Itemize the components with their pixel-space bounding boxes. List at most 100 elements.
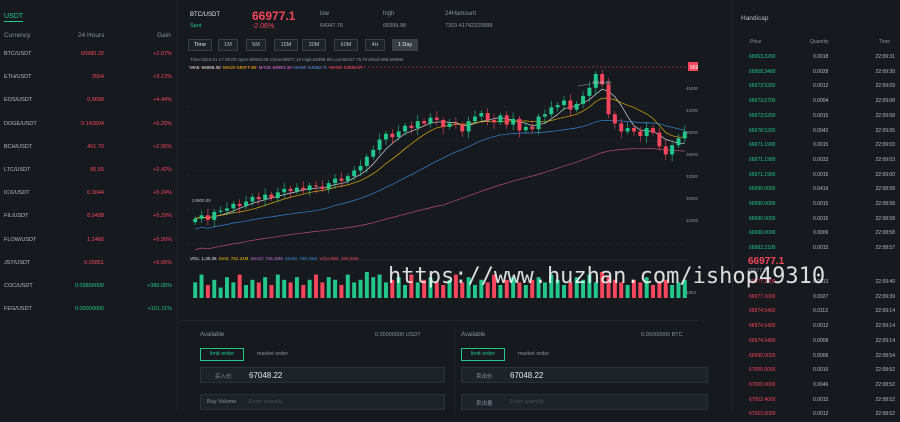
orderbook-row[interactable]: 67000.0000 0.0046 22:08:52 bbox=[733, 378, 900, 393]
timeframe-btn[interactable]: 4H bbox=[365, 39, 385, 51]
orderbook-row[interactable]: 66973.6700 0.0004 22:09:08 bbox=[733, 94, 900, 109]
market-row[interactable]: COC/USDT 0.05800000 +380.05% bbox=[0, 276, 178, 299]
orderbook-row[interactable]: 66990.0000 0.0009 22:08:58 bbox=[733, 226, 900, 241]
buy-limit-tab[interactable]: limit order bbox=[200, 348, 244, 361]
ob-time: 22:08:52 bbox=[875, 396, 895, 403]
candle bbox=[263, 194, 268, 200]
orderbook-row[interactable]: 66974.5400 0.0012 22:09:14 bbox=[733, 319, 900, 334]
market-row[interactable]: FIL/USDT 8.9498 +5.29% bbox=[0, 206, 178, 229]
market-row[interactable]: BCH/USDT 401.70 +2.56% bbox=[0, 137, 178, 160]
ob-time: 22:08:58 bbox=[875, 215, 895, 222]
ob-price: 66974.5400 bbox=[749, 308, 776, 315]
candle bbox=[549, 107, 554, 115]
orderbook-row[interactable]: 67002.4000 0.0015 22:08:52 bbox=[733, 393, 900, 408]
sell-available-label: Available bbox=[461, 332, 486, 338]
pair-name[interactable]: BTC/USDT bbox=[190, 12, 220, 18]
orderbook-row[interactable]: 66983.3100 0.0015 22:08:57 bbox=[733, 241, 900, 256]
ob-qty: 0.0012 bbox=[813, 323, 829, 330]
market-price: 0.00000000 bbox=[74, 306, 104, 313]
sell-price-field[interactable]: 卖出价 67048.22 bbox=[461, 367, 708, 383]
market-row[interactable]: JST/USDT 0.03851 +5.56% bbox=[0, 253, 178, 276]
orderbook-row[interactable]: 66971.1900 0.0015 22:09:03 bbox=[733, 138, 900, 153]
candle bbox=[676, 138, 681, 146]
market-row[interactable]: DOGE/USDT 0.143904 +5.25% bbox=[0, 114, 178, 137]
market-price: 3564 bbox=[91, 74, 104, 81]
candle bbox=[383, 133, 388, 140]
timeframe-btn[interactable]: 30M bbox=[302, 39, 326, 51]
tab-usdt[interactable]: USDT bbox=[4, 13, 24, 22]
vol-ma30-label: MA30: 786.76M bbox=[285, 256, 317, 261]
buy-qty-field[interactable]: Buy Volume Enter quantity bbox=[200, 394, 445, 410]
timeframe-btn[interactable]: 1M bbox=[218, 39, 238, 51]
ob-time: 22:08:58 bbox=[875, 186, 895, 193]
y-tick-label: 30000.00 bbox=[686, 196, 698, 201]
ob-price: 67000.0000 bbox=[749, 367, 776, 374]
market-row[interactable]: EOS/USDT 0.9698 +4.44% bbox=[0, 90, 178, 113]
orderbook-row[interactable]: 66977.1000 0.0027 22:09:39 bbox=[733, 290, 900, 305]
orderbook-row[interactable]: 66990.0000 0.0419 22:08:58 bbox=[733, 182, 900, 197]
volume-bar bbox=[358, 279, 363, 298]
candle bbox=[606, 84, 611, 115]
market-name: FLOW/USDT bbox=[4, 236, 37, 243]
ob-time: 22:09:14 bbox=[875, 337, 895, 344]
trade-area: Available 0.00000000 USDT limit order ma… bbox=[180, 320, 708, 413]
ob-time: 22:09:08 bbox=[875, 112, 895, 119]
volume-bar bbox=[282, 279, 287, 298]
ob-price: 66990.0000 bbox=[749, 352, 776, 359]
orderbook-row[interactable]: 66974.5400 0.0009 22:09:14 bbox=[733, 334, 900, 349]
candle bbox=[193, 218, 198, 223]
candle bbox=[345, 176, 350, 181]
timeframe-btn[interactable]: 60M bbox=[334, 39, 358, 51]
market-row[interactable]: FLOW/USDT 1.2480 +5.56% bbox=[0, 230, 178, 253]
ob-qty: 0.0419 bbox=[813, 186, 829, 193]
orderbook-row[interactable]: 66971.1900 0.0015 22:09:00 bbox=[733, 168, 900, 183]
timeframe-btn[interactable]: 1 Day bbox=[392, 39, 418, 51]
orderbook-row[interactable]: 66974.5400 0.0113 22:09:14 bbox=[733, 304, 900, 319]
orderbook-row[interactable]: 66973.5200 0.0015 22:09:08 bbox=[733, 109, 900, 124]
orderbook-row[interactable]: 66990.0000 0.0015 22:08:58 bbox=[733, 197, 900, 212]
market-row[interactable]: BTC/USDT 66980.32 +2.07% bbox=[0, 44, 178, 67]
market-gain: +3.13% bbox=[153, 74, 172, 81]
candle bbox=[536, 116, 541, 130]
orderbook-row[interactable]: 66990.0000 0.0006 22:08:54 bbox=[733, 349, 900, 364]
orderbook-row[interactable]: 66990.0000 0.0015 22:08:58 bbox=[733, 212, 900, 227]
ob-time: 22:09:09 bbox=[875, 83, 895, 90]
ob-qty: 0.0015 bbox=[813, 215, 829, 222]
candle bbox=[282, 188, 287, 193]
timeframe-btn[interactable]: 15M bbox=[274, 39, 298, 51]
ob-price: 66990.0000 bbox=[749, 230, 776, 237]
sell-market-tab[interactable]: market order bbox=[518, 351, 549, 357]
ob-time: 22:08:58 bbox=[875, 230, 895, 237]
orderbook-row[interactable]: 66978.5200 0.0042 22:09:05 bbox=[733, 124, 900, 139]
buy-market-tab[interactable]: market order bbox=[257, 351, 288, 357]
market-row[interactable]: ICX/USDT 0.3044 +5.24% bbox=[0, 183, 178, 206]
timeframe-btn[interactable]: 5M bbox=[246, 39, 266, 51]
chart-center: BTC/USDT Spot 66977.1 -2.06% low 64347.7… bbox=[180, 0, 708, 413]
ob-qty: 0.0028 bbox=[813, 68, 829, 75]
market-row[interactable]: ETH/USDT 3564 +3.13% bbox=[0, 67, 178, 90]
buy-available-label: Available bbox=[200, 332, 225, 338]
candle bbox=[542, 114, 547, 117]
max-pointer bbox=[577, 83, 591, 87]
market-row[interactable]: FEG/USDT 0.00000000 +101.11% bbox=[0, 299, 178, 322]
sell-qty-field[interactable]: 卖出量 Enter quantity bbox=[461, 394, 708, 410]
sell-limit-tab[interactable]: limit order bbox=[461, 348, 505, 361]
orderbook-row[interactable]: 66973.5200 0.0012 22:09:09 bbox=[733, 79, 900, 94]
sell-qty-placeholder: Enter quantity bbox=[510, 399, 544, 405]
sell-qty-label: 卖出量 bbox=[476, 401, 493, 407]
orderbook-row[interactable]: 67000.0000 0.0016 22:08:52 bbox=[733, 363, 900, 378]
header-24h: 24 Hours bbox=[78, 32, 105, 39]
trade-divider bbox=[454, 327, 455, 413]
orderbook-row[interactable]: 67003.0000 0.0012 22:08:52 bbox=[733, 407, 900, 422]
header-currency: Currency bbox=[4, 32, 31, 39]
market-row[interactable]: LTC/USDT 85.55 +2.42% bbox=[0, 160, 178, 183]
buy-price-field[interactable]: 买入价 67048.22 bbox=[200, 367, 445, 383]
market-price: 66980.32 bbox=[81, 51, 104, 57]
pair-sub: Spot bbox=[190, 23, 202, 29]
market-price: 1.2480 bbox=[87, 236, 104, 243]
orderbook-row[interactable]: 66963.3200 0.0018 22:09:31 bbox=[733, 50, 900, 65]
ob-price: 66973.5200 bbox=[749, 83, 776, 90]
orderbook-row[interactable]: 66958.3400 0.0028 22:09:30 bbox=[733, 65, 900, 80]
orderbook-row[interactable]: 66971.1900 0.0033 22:09:03 bbox=[733, 153, 900, 168]
candle bbox=[428, 117, 433, 124]
